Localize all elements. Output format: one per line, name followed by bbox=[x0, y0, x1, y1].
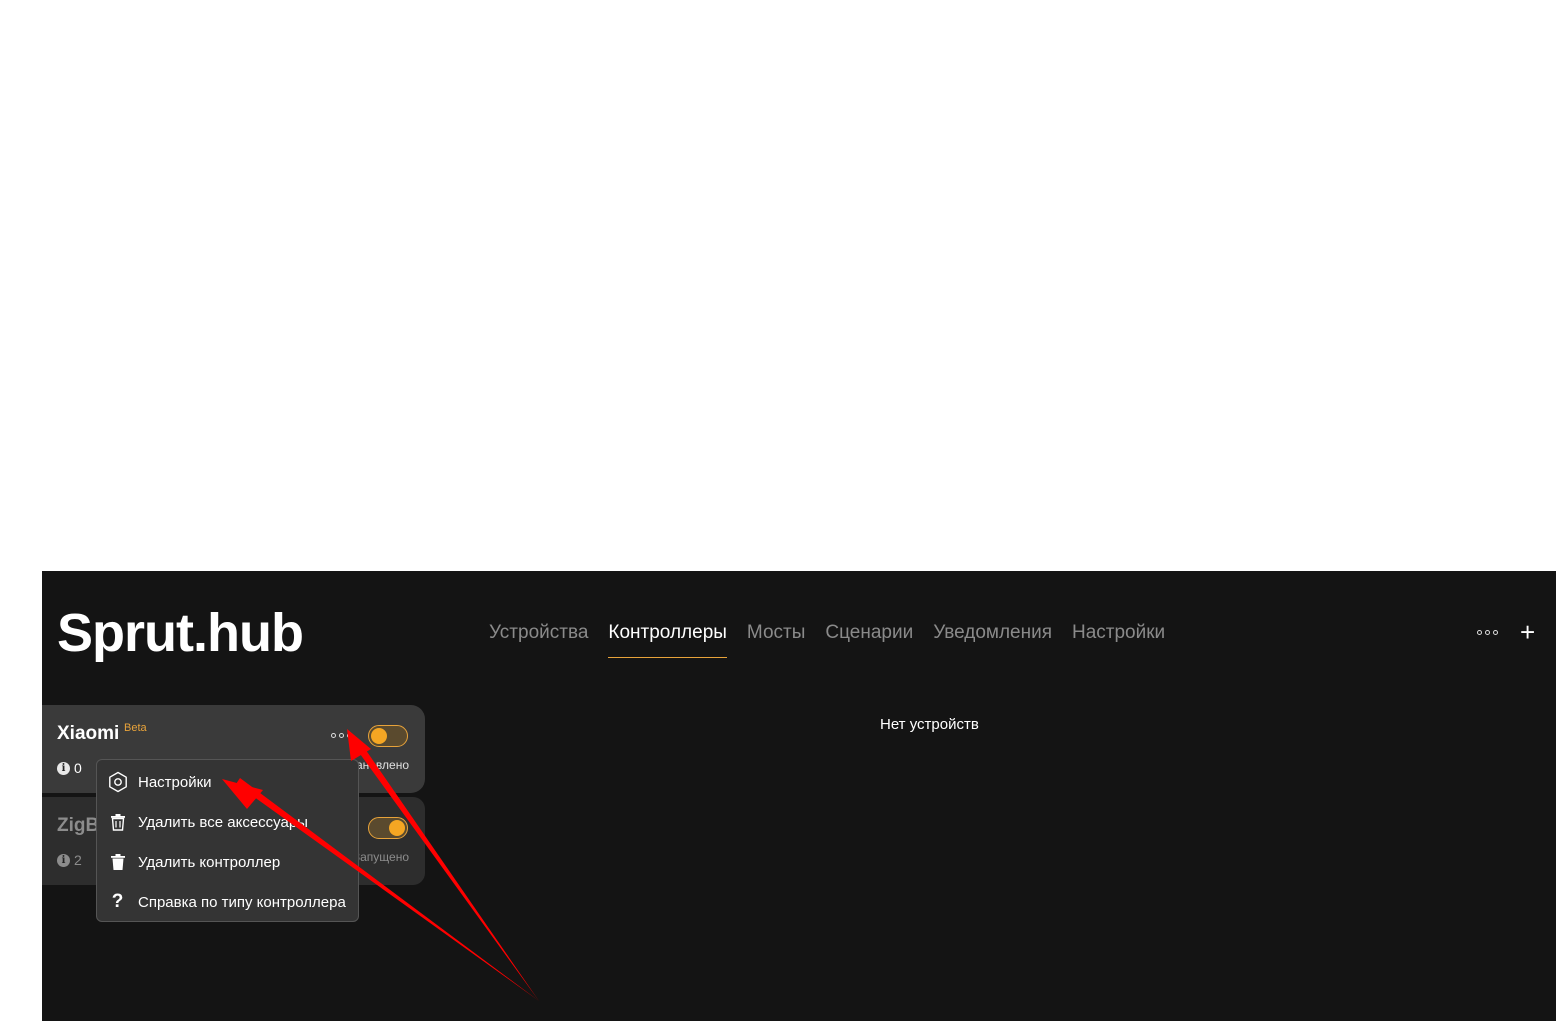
sprut-hub-app: Sprut.hub Устройства Контроллеры Мосты С… bbox=[42, 571, 1556, 1021]
menu-item-label: Удалить контроллер bbox=[138, 853, 281, 871]
question-icon: ? bbox=[111, 891, 124, 912]
menu-item-settings[interactable]: Настройки bbox=[97, 762, 358, 802]
trash-filled-icon bbox=[97, 853, 138, 871]
controller-info: i 2 bbox=[57, 852, 82, 868]
beta-badge: Beta bbox=[124, 722, 147, 734]
controller-status: Запущено bbox=[352, 850, 409, 864]
controller-name: Xiaomi bbox=[57, 723, 120, 744]
nav-tab-settings[interactable]: Настройки bbox=[1072, 621, 1165, 658]
menu-item-label: Удалить все аксессуары bbox=[138, 813, 308, 831]
controller-context-menu: Настройки Удалить все аксессуары Удалить… bbox=[96, 759, 359, 922]
menu-item-help[interactable]: ? Справка по типу контроллера bbox=[97, 882, 358, 922]
main-nav: Устройства Контроллеры Мосты Сценарии Ув… bbox=[489, 621, 1165, 658]
controller-toggle[interactable] bbox=[368, 817, 408, 839]
trash-outline-icon bbox=[97, 813, 138, 831]
accessory-count: 2 bbox=[74, 852, 82, 868]
nav-tab-notifications[interactable]: Уведомления bbox=[933, 621, 1052, 658]
controller-info: i 0 bbox=[57, 760, 82, 776]
nav-tab-scenarios[interactable]: Сценарии bbox=[825, 621, 913, 658]
nav-tab-devices[interactable]: Устройства bbox=[489, 621, 588, 658]
more-dots-icon[interactable] bbox=[1477, 626, 1499, 638]
add-button[interactable]: + bbox=[1520, 619, 1535, 645]
nav-tab-bridges[interactable]: Мосты bbox=[747, 621, 805, 658]
controller-more-button[interactable] bbox=[331, 733, 352, 738]
accessory-count: 0 bbox=[74, 760, 82, 776]
menu-item-label: Справка по типу контроллера bbox=[138, 893, 346, 911]
gear-icon bbox=[97, 771, 138, 793]
menu-item-delete-controller[interactable]: Удалить контроллер bbox=[97, 842, 358, 882]
menu-item-delete-accessories[interactable]: Удалить все аксессуары bbox=[97, 802, 358, 842]
nav-tab-controllers[interactable]: Контроллеры bbox=[608, 621, 727, 658]
controller-toggle[interactable] bbox=[368, 725, 408, 747]
menu-item-label: Настройки bbox=[138, 773, 212, 791]
app-logo: Sprut.hub bbox=[57, 603, 304, 663]
info-icon: i bbox=[57, 761, 70, 775]
empty-state-text: Нет устройств bbox=[880, 716, 979, 733]
info-icon: i bbox=[57, 853, 70, 867]
